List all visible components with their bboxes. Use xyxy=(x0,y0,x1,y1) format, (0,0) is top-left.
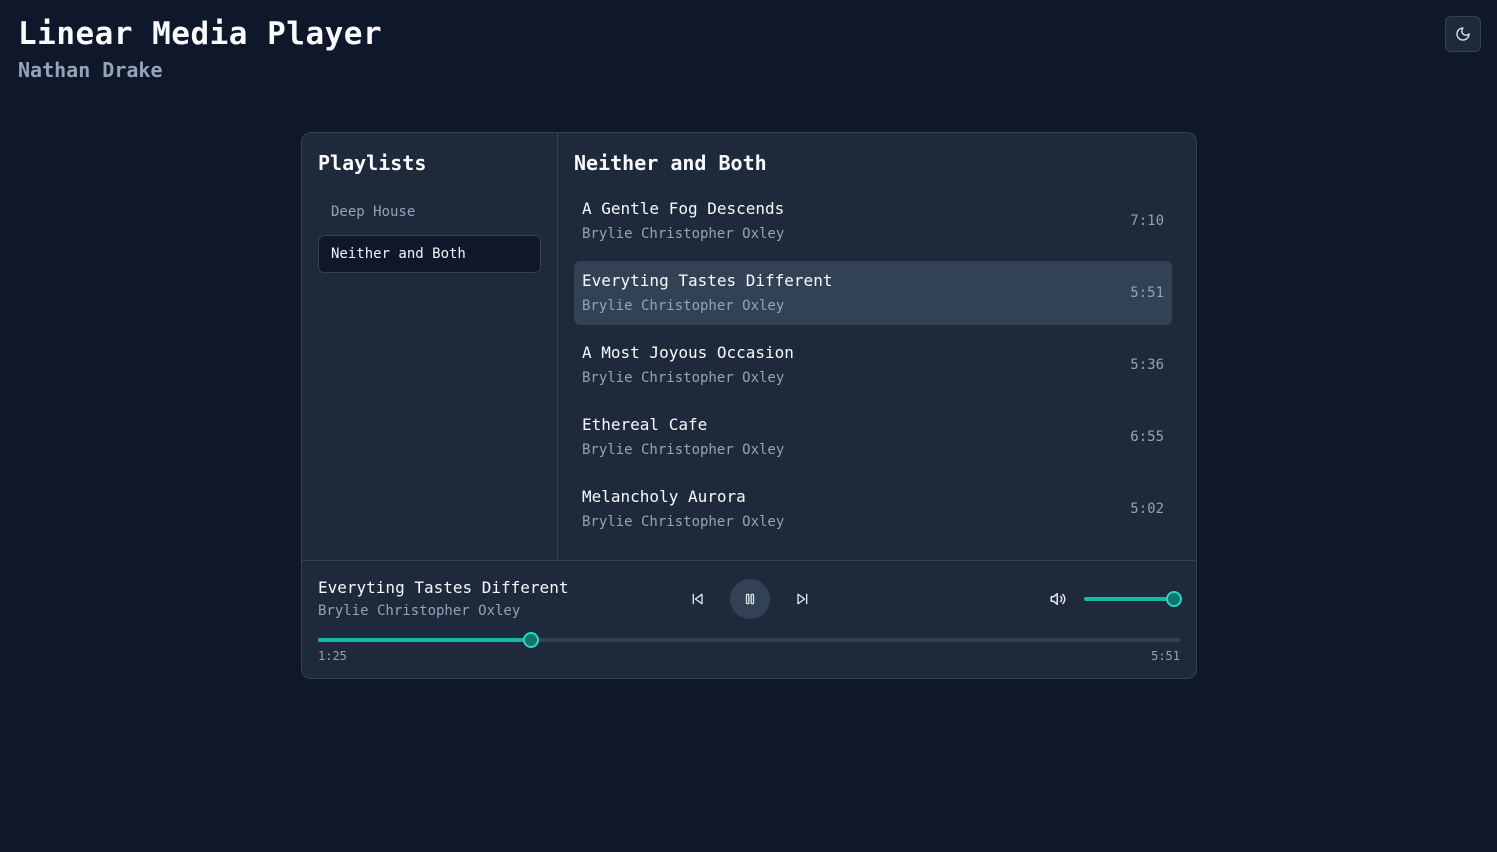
track-info: A Gentle Fog Descends Brylie Christopher… xyxy=(582,197,784,245)
track-info: Melancholy Aurora Brylie Christopher Oxl… xyxy=(582,485,784,533)
next-track-button[interactable] xyxy=(788,579,816,619)
volume-control xyxy=(1046,587,1182,611)
track-title: A Gentle Fog Descends xyxy=(582,199,785,218)
track-row[interactable]: A Gentle Fog Descends Brylie Christopher… xyxy=(574,189,1172,253)
track-duration: 6:55 xyxy=(1130,429,1164,445)
volume-icon xyxy=(1050,593,1066,605)
track-duration: 5:36 xyxy=(1130,357,1164,373)
app-subtitle: Nathan Drake xyxy=(18,58,163,82)
playback-controls-bar: Everyting Tastes Different Brylie Christ… xyxy=(302,560,1196,678)
skip-forward-icon xyxy=(797,593,808,605)
app-header: Linear Media Player Nathan Drake xyxy=(18,14,382,86)
track-artist: Brylie Christopher Oxley xyxy=(582,514,785,530)
track-duration: 5:51 xyxy=(1130,285,1164,301)
track-row[interactable]: A Most Joyous Occasion Brylie Christophe… xyxy=(574,333,1172,397)
track-row[interactable]: Melancholy Aurora Brylie Christopher Oxl… xyxy=(574,477,1172,541)
media-player-panel: Playlists Deep House Neither and Both Ne… xyxy=(301,132,1197,679)
track-title: Melancholy Aurora xyxy=(582,487,746,506)
progress-bar[interactable] xyxy=(318,632,1180,648)
track-title: Everyting Tastes Different xyxy=(582,271,833,290)
playlist-item-label: Neither and Both xyxy=(331,246,466,262)
track-info: Everyting Tastes Different Brylie Christ… xyxy=(582,269,832,317)
volume-slider-thumb[interactable] xyxy=(1166,591,1182,607)
playlists-sidebar: Playlists Deep House Neither and Both xyxy=(302,133,558,560)
volume-button[interactable] xyxy=(1046,587,1070,611)
pause-icon xyxy=(745,593,755,605)
track-title: Ethereal Cafe xyxy=(582,415,708,434)
track-info: Ethereal Cafe Brylie Christopher Oxley xyxy=(582,413,784,461)
moon-icon xyxy=(1456,27,1470,41)
track-artist: Brylie Christopher Oxley xyxy=(582,370,785,386)
track-title: A Most Joyous Occasion xyxy=(582,343,794,362)
progress-bar-thumb[interactable] xyxy=(522,632,539,648)
app-title: Linear Media Player xyxy=(18,16,383,52)
track-list-panel: Neither and Both A Gentle Fog Descends B… xyxy=(558,133,1196,560)
track-artist: Brylie Christopher Oxley xyxy=(582,298,785,314)
volume-slider-fill xyxy=(1084,597,1174,601)
skip-back-icon xyxy=(692,593,703,605)
track-artist: Brylie Christopher Oxley xyxy=(582,442,785,458)
elapsed-time: 1:25 xyxy=(318,649,347,663)
track-list: A Gentle Fog Descends Brylie Christopher… xyxy=(574,189,1172,541)
play-pause-button[interactable] xyxy=(730,579,770,619)
previous-track-button[interactable] xyxy=(684,579,712,619)
now-playing-title: Everyting Tastes Different xyxy=(318,578,569,597)
playlist-title: Neither and Both xyxy=(574,151,767,175)
track-row-active[interactable]: Everyting Tastes Different Brylie Christ… xyxy=(574,261,1172,325)
total-time: 5:51 xyxy=(1151,649,1180,663)
playlists-heading: Playlists xyxy=(318,151,427,175)
track-duration: 5:02 xyxy=(1130,501,1164,517)
track-row[interactable]: Ethereal Cafe Brylie Christopher Oxley 6… xyxy=(574,405,1172,469)
transport-controls xyxy=(684,579,816,619)
volume-slider[interactable] xyxy=(1084,591,1182,607)
playlist-item-label: Deep House xyxy=(331,204,416,220)
track-info: A Most Joyous Occasion Brylie Christophe… xyxy=(582,341,794,389)
playlist-item-neither-and-both[interactable]: Neither and Both xyxy=(318,235,541,273)
playlist-list: Deep House Neither and Both xyxy=(318,193,541,273)
progress-bar-fill xyxy=(318,638,531,642)
playlist-item-deep-house[interactable]: Deep House xyxy=(318,193,541,231)
now-playing-artist: Brylie Christopher Oxley xyxy=(318,603,521,619)
track-artist: Brylie Christopher Oxley xyxy=(582,226,785,242)
theme-toggle-button[interactable] xyxy=(1445,16,1481,52)
track-duration: 7:10 xyxy=(1130,213,1164,229)
